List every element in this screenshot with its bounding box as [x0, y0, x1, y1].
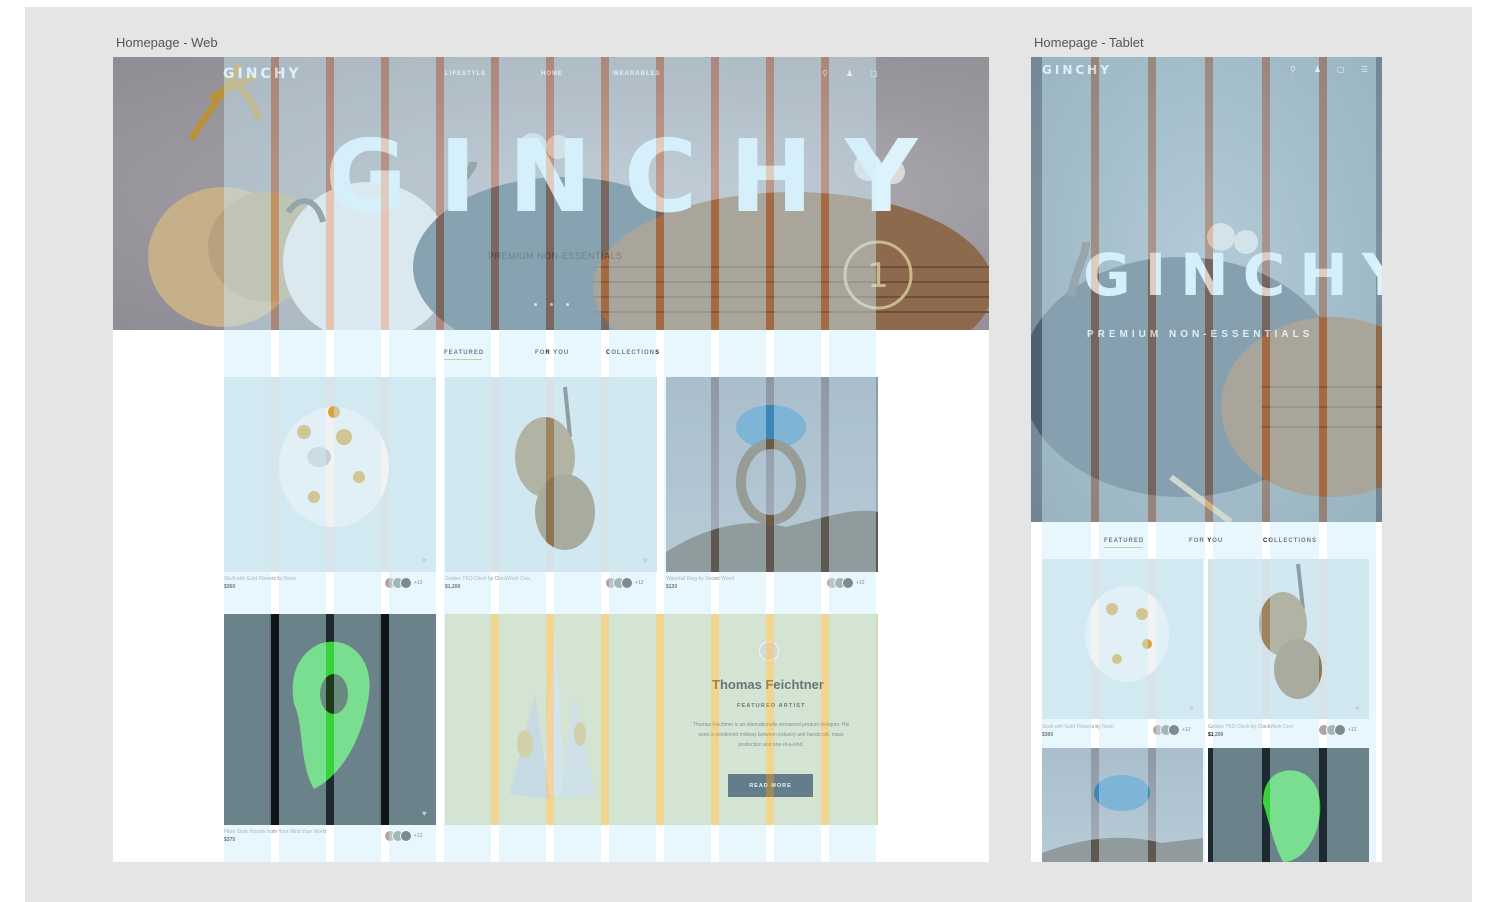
hero-title: GINCHY	[1083, 241, 1382, 309]
product-name[interactable]: Waterfall Ring by Secret Wood	[666, 576, 734, 582]
hero-subtitle: PREMIUM NON-ESSENTIALS	[1087, 329, 1314, 340]
product-price: $360	[1042, 732, 1054, 738]
bag-icon[interactable]: ▢	[870, 69, 878, 78]
avatar	[400, 577, 412, 589]
hero-subtitle: PREMIUM NON-ESSENTIALS	[488, 251, 623, 261]
product-price: $375	[224, 837, 236, 843]
logo[interactable]: GINCHY	[1042, 63, 1112, 77]
avatar-count: +12	[414, 833, 423, 839]
carousel-dot[interactable]	[566, 303, 569, 306]
favorite-heart-icon[interactable]: ♥	[643, 556, 648, 565]
avatar-count: +12	[414, 580, 423, 586]
avatar	[1168, 724, 1180, 736]
tab-collections[interactable]: COLLECTIONS	[606, 350, 660, 356]
nav-home[interactable]: HOME	[541, 71, 563, 77]
web-frame-label: Homepage - Web	[116, 35, 218, 50]
nav-wearables[interactable]: WEARABLES	[613, 71, 661, 77]
avatar-count: +12	[856, 580, 865, 586]
logo[interactable]: GINCHY	[223, 66, 302, 82]
tab-collections[interactable]: COLLECTIONS	[1263, 538, 1317, 544]
homepage-web-frame: 1 GINCHY LIFESTYLE HOME WEARABLES ⚲ ♟ ▢ …	[113, 57, 989, 862]
tab-featured[interactable]: FEATURED	[444, 350, 484, 356]
avatar-count: +12	[635, 580, 644, 586]
avatar-count: +12	[1182, 727, 1191, 733]
product-price: $120	[666, 584, 678, 590]
product-name[interactable]: Skull with Gold Flowers by Noon	[224, 576, 296, 582]
menu-icon[interactable]: ☰	[1361, 65, 1368, 74]
number-badge-text: 1	[867, 256, 889, 296]
active-tab-underline	[444, 359, 482, 360]
tab-for-you[interactable]: FOR YOU	[1189, 538, 1223, 544]
read-more-button[interactable]: READ MORE	[728, 774, 813, 797]
nav-lifestyle[interactable]: LIFESTYLE	[445, 71, 486, 77]
product-image-hoodie[interactable]	[224, 614, 436, 825]
favorite-heart-icon[interactable]: ♥	[422, 809, 427, 818]
product-name[interactable]: Skull with Gold Flowers by Noon	[1042, 724, 1114, 730]
collector-avatars[interactable]: +12	[384, 830, 422, 842]
artist-name: Thomas Feichtner	[712, 677, 824, 692]
tab-featured[interactable]: FEATURED	[1104, 538, 1144, 544]
avatar	[400, 830, 412, 842]
user-icon[interactable]: ♟	[1314, 65, 1321, 74]
collector-avatars[interactable]: +12	[1318, 724, 1356, 736]
product-image-hoodie[interactable]	[1208, 748, 1369, 862]
product-price: $1,200	[1208, 732, 1224, 738]
favorite-heart-icon[interactable]: ♥	[1189, 704, 1194, 713]
number-badge-image: 1	[843, 240, 913, 310]
hero-section: GINCHY ⚲ ♟ ▢ ☰ GINCHY PREMIUM NON-ESSENT…	[1031, 57, 1382, 522]
artist-bio: Thomas Feichtner is an internationally r…	[692, 722, 850, 748]
user-icon[interactable]: ♟	[846, 69, 853, 78]
homepage-tablet-frame: GINCHY ⚲ ♟ ▢ ☰ GINCHY PREMIUM NON-ESSENT…	[1031, 57, 1382, 862]
product-name[interactable]: Fiber Optic Hoodie from Your Mind Your W…	[224, 829, 326, 835]
product-price: $360	[224, 584, 236, 590]
favorite-heart-icon[interactable]: ♥	[422, 556, 427, 565]
product-image-skull[interactable]	[1042, 559, 1203, 719]
active-tab-underline	[1104, 547, 1142, 548]
product-image-skull[interactable]	[224, 377, 436, 572]
hero-section: 1 GINCHY LIFESTYLE HOME WEARABLES ⚲ ♟ ▢ …	[113, 57, 989, 330]
avatar-count: +12	[1348, 727, 1357, 733]
product-image-ring[interactable]	[1042, 748, 1203, 862]
product-name[interactable]: Golden TKO Clock by ClockWork Croc	[445, 576, 531, 582]
carousel-dot[interactable]	[550, 303, 553, 306]
carousel-dot[interactable]	[534, 303, 537, 306]
product-image-boxing-gloves[interactable]	[1208, 559, 1369, 719]
artist-role: FEATURED ARTIST	[737, 703, 806, 709]
favorite-heart-icon[interactable]: ♥	[1355, 704, 1360, 713]
product-price: $1,200	[445, 584, 461, 590]
search-icon[interactable]: ⚲	[1290, 65, 1296, 74]
product-image-ring[interactable]	[666, 377, 878, 572]
tab-for-you[interactable]: FOR YOU	[535, 350, 569, 356]
product-name[interactable]: Golden TKO Clock by ClockWork Croc	[1208, 724, 1294, 730]
hero-title: GINCHY	[325, 118, 950, 235]
search-icon[interactable]: ⚲	[822, 69, 828, 78]
product-image-boxing-gloves[interactable]	[445, 377, 657, 572]
avatar	[842, 577, 854, 589]
collector-avatars[interactable]: +12	[1152, 724, 1190, 736]
tablet-frame-label: Homepage - Tablet	[1034, 35, 1144, 50]
collector-avatars[interactable]: +12	[384, 577, 422, 589]
avatar	[621, 577, 633, 589]
avatar	[1334, 724, 1346, 736]
collector-avatars[interactable]: +12	[605, 577, 643, 589]
collector-avatars[interactable]: +12	[826, 577, 864, 589]
carousel-dots[interactable]	[534, 303, 569, 306]
bag-icon[interactable]: ▢	[1337, 65, 1345, 74]
artist-avatar[interactable]	[759, 641, 779, 661]
vase-sculpture-image	[510, 634, 595, 799]
